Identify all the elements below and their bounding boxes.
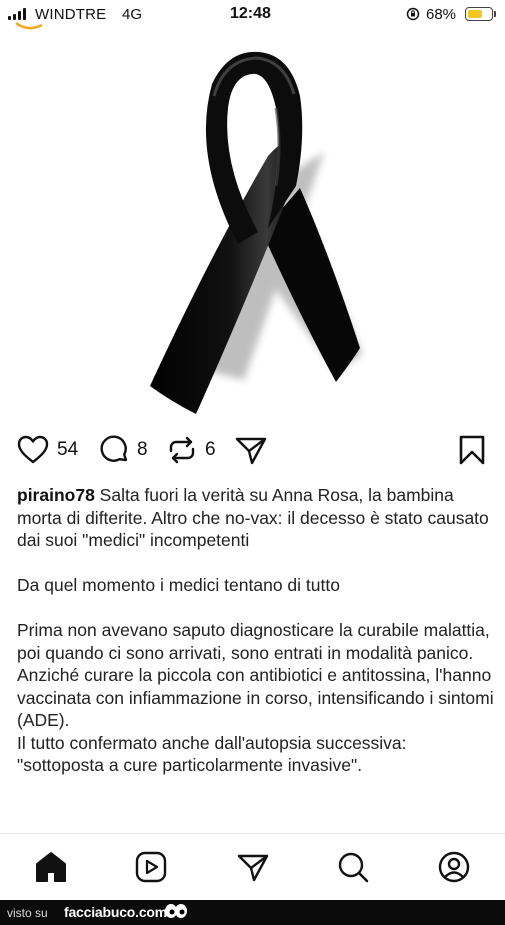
post-actions: 54 8 6: [0, 432, 505, 472]
bottom-navigation: [0, 833, 505, 900]
visto-su-label: visto su: [7, 906, 48, 920]
nav-search[interactable]: [336, 850, 370, 884]
network-type: 4G: [122, 6, 143, 23]
share-button[interactable]: [234, 432, 268, 468]
nav-home[interactable]: [34, 850, 68, 884]
reels-icon: [135, 851, 167, 883]
home-icon: [36, 852, 66, 882]
search-icon: [338, 852, 369, 883]
messages-icon: [237, 854, 269, 882]
post-caption: piraino78 Salta fuori la verità su Anna …: [17, 484, 497, 777]
repost-count: 6: [205, 439, 216, 460]
comment-icon: [100, 435, 128, 462]
clock: 12:48: [230, 5, 271, 22]
caption-paragraph-4: Anziché curare la piccola con antibiotic…: [17, 665, 494, 730]
caption-paragraph-1: piraino78 Salta fuori la verità su Anna …: [17, 484, 497, 552]
nav-messages[interactable]: [236, 850, 270, 884]
rotation-lock-icon: [406, 7, 420, 21]
signal-strength-icon: [8, 8, 26, 20]
comment-button[interactable]: 8: [98, 432, 148, 468]
like-button[interactable]: 54: [16, 432, 78, 468]
share-icon: [235, 437, 267, 465]
nav-profile[interactable]: [437, 850, 471, 884]
nav-reels[interactable]: [134, 850, 168, 884]
repost-icon: [169, 436, 195, 464]
heart-icon: [17, 435, 49, 464]
like-count: 54: [57, 439, 79, 460]
caption-paragraph-3: Prima non avevano saputo diagnosticare l…: [17, 620, 490, 663]
profile-icon: [438, 851, 470, 883]
comment-count: 8: [137, 439, 148, 460]
battery-percent: 68%: [426, 6, 457, 23]
watermark-footer: visto su facciabuco.com: [0, 900, 505, 925]
save-button[interactable]: [457, 432, 487, 468]
battery-icon: [465, 7, 493, 21]
battery-tip: [494, 11, 496, 17]
status-bar: WINDTRE 4G 12:48 68%: [0, 0, 505, 30]
caption-paragraph-2: Da quel momento i medici tentano di tutt…: [17, 575, 340, 595]
username-link[interactable]: piraino78: [17, 485, 95, 505]
repost-button[interactable]: 6: [166, 432, 216, 468]
scrolled-header-fragment: [15, 21, 43, 30]
bookmark-icon: [459, 435, 485, 465]
mascot-eyes-icon: [165, 904, 187, 918]
site-name: facciabuco.com: [64, 904, 168, 920]
black-mourning-ribbon-image: [150, 51, 362, 414]
caption-paragraph-5: Il tutto confermato anche dall'autopsia …: [17, 732, 407, 776]
battery-level: [467, 9, 483, 18]
